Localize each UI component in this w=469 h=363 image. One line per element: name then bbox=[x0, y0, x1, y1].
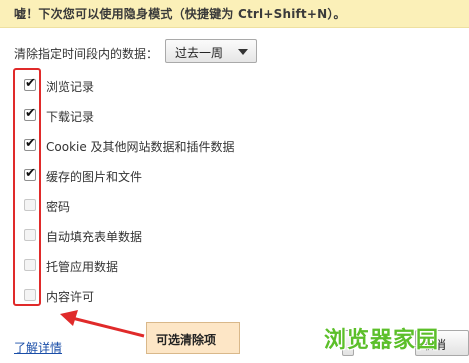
annotation-arrow-icon bbox=[60, 310, 145, 338]
annotation-callout: 可选清除项 bbox=[146, 322, 240, 354]
site-watermark: 浏览器家园 bbox=[324, 328, 440, 353]
annotation-text: 可选清除项 bbox=[156, 333, 217, 347]
